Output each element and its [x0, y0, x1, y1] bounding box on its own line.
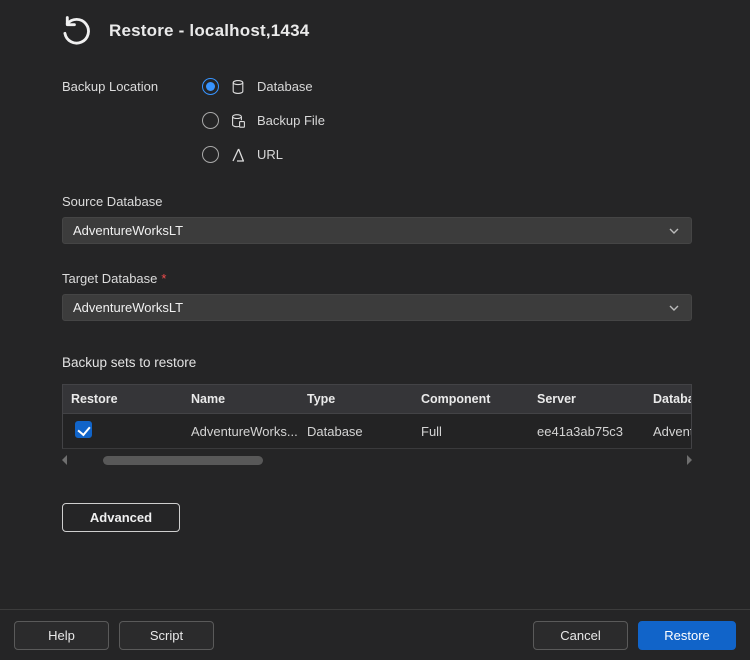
radio-option-url[interactable]: URL [202, 142, 325, 167]
radio-button-backup-file[interactable] [202, 112, 219, 129]
target-database-label: Target Database* [62, 271, 692, 286]
restore-button[interactable]: Restore [638, 621, 736, 650]
source-database-label: Source Database [62, 194, 692, 209]
column-header-database[interactable]: Databa [645, 392, 691, 406]
chevron-down-icon [667, 224, 681, 238]
source-database-value: AdventureWorksLT [73, 223, 183, 238]
radio-label-url: URL [257, 147, 283, 162]
horizontal-scrollbar[interactable] [62, 454, 692, 466]
component-cell: Full [413, 424, 529, 439]
radio-option-database[interactable]: Database [202, 74, 325, 99]
footer-left-group: Help Script [14, 621, 214, 650]
column-header-server[interactable]: Server [529, 392, 645, 406]
restore-dialog: Restore - localhost,1434 Backup Location… [0, 0, 750, 532]
backup-location-label: Backup Location [62, 74, 202, 94]
restore-checkbox[interactable] [75, 421, 92, 438]
radio-label-backup-file: Backup File [257, 113, 325, 128]
table-row[interactable]: AdventureWorks... Database Full ee41a3ab… [63, 414, 691, 448]
help-button[interactable]: Help [14, 621, 109, 650]
script-button[interactable]: Script [119, 621, 214, 650]
dialog-footer: Help Script Cancel Restore [0, 609, 750, 660]
advanced-button[interactable]: Advanced [62, 503, 180, 532]
backup-location-radio-group: Database Backup File [202, 74, 325, 167]
type-cell: Database [299, 424, 413, 439]
scrollbar-thumb[interactable] [103, 456, 263, 465]
dialog-header: Restore - localhost,1434 [0, 0, 750, 50]
backup-sets-label: Backup sets to restore [62, 355, 692, 370]
backup-sets-table: Restore Name Type Component Server Datab… [62, 384, 692, 449]
server-cell: ee41a3ab75c3 [529, 424, 645, 439]
database-cell: Adventu [645, 424, 691, 439]
scroll-left-arrow-icon[interactable] [62, 455, 67, 465]
source-database-select[interactable]: AdventureWorksLT [62, 217, 692, 244]
footer-right-group: Cancel Restore [533, 621, 736, 650]
radio-label-database: Database [257, 79, 313, 94]
cancel-button[interactable]: Cancel [533, 621, 628, 650]
scrollbar-track[interactable] [69, 456, 685, 465]
restore-icon [57, 12, 95, 50]
chevron-down-icon [667, 301, 681, 315]
scroll-right-arrow-icon[interactable] [687, 455, 692, 465]
radio-button-database[interactable] [202, 78, 219, 95]
column-header-type[interactable]: Type [299, 392, 413, 406]
radio-button-url[interactable] [202, 146, 219, 163]
backup-location-row: Backup Location Database [62, 74, 692, 167]
azure-url-icon [229, 146, 247, 164]
page-title: Restore - localhost,1434 [109, 21, 309, 41]
name-cell: AdventureWorks... [183, 424, 299, 439]
restore-cell [63, 421, 183, 441]
column-header-restore[interactable]: Restore [63, 392, 183, 406]
table-header-row: Restore Name Type Component Server Datab… [63, 385, 691, 414]
required-asterisk: * [161, 271, 166, 286]
backup-file-icon [229, 112, 247, 130]
database-icon [229, 78, 247, 96]
column-header-name[interactable]: Name [183, 392, 299, 406]
target-database-select[interactable]: AdventureWorksLT [62, 294, 692, 321]
column-header-component[interactable]: Component [413, 392, 529, 406]
radio-option-backup-file[interactable]: Backup File [202, 108, 325, 133]
target-database-value: AdventureWorksLT [73, 300, 183, 315]
dialog-body: Backup Location Database [0, 50, 750, 532]
